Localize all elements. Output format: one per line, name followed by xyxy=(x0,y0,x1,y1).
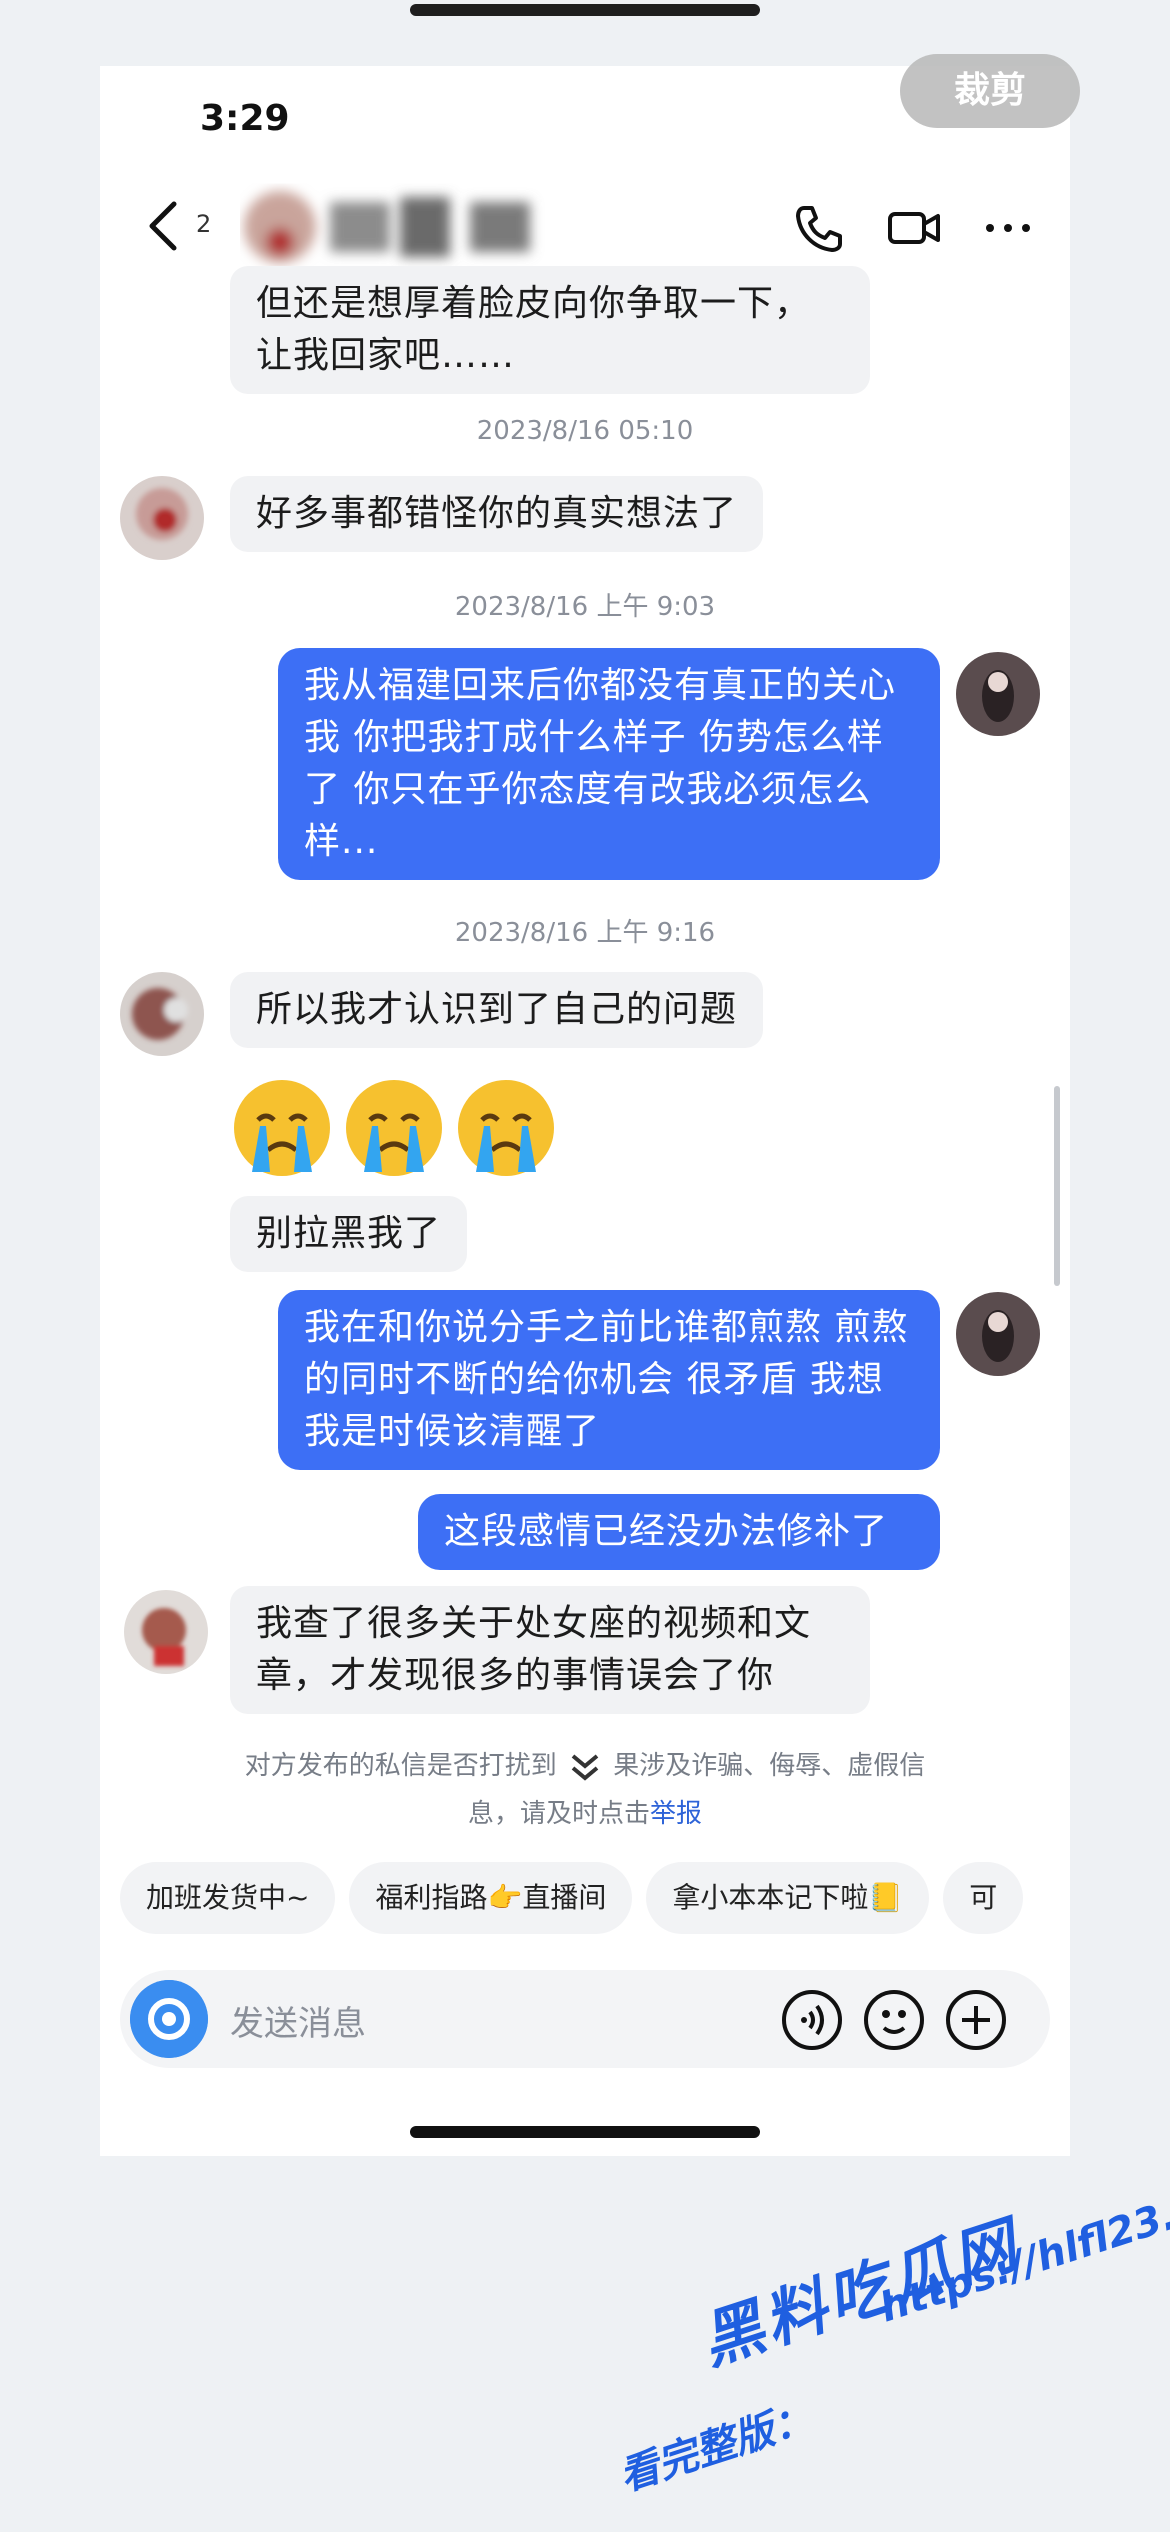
quick-reply-chip[interactable]: 拿小本本记下啦📒 xyxy=(646,1862,930,1934)
crying-emoji-icon xyxy=(458,1080,554,1176)
contact-avatar[interactable] xyxy=(120,972,204,1056)
emoji-icon[interactable] xyxy=(862,1988,926,2052)
top-bar-indicator xyxy=(410,4,760,16)
message-bubble-incoming[interactable]: 但还是想厚着脸皮向你争取一下，让我回家吧…… xyxy=(230,266,870,394)
message-bubble-outgoing[interactable]: 我从福建回来后你都没有真正的关心我 你把我打成什么样子 伤势怎么样了 你只在乎你… xyxy=(278,648,940,880)
message-bubble-incoming[interactable]: 所以我才认识到了自己的问题 xyxy=(230,972,764,1048)
message-input-bar: 发送消息 xyxy=(120,1970,1050,2068)
message-bubble-outgoing[interactable]: 我在和你说分手之前比谁都煎熬 煎熬的同时不断的给你机会 很矛盾 我想我是时候该清… xyxy=(278,1290,940,1470)
message-bubble-incoming[interactable]: 好多事都错怪你的真实想法了 xyxy=(230,476,764,552)
timestamp: 2023/8/16 05:10 xyxy=(476,416,694,446)
camera-icon[interactable] xyxy=(130,1980,208,2058)
scrollbar[interactable] xyxy=(1054,1086,1060,1286)
timestamp: 2023/8/16 上午 9:16 xyxy=(454,918,716,948)
voice-icon[interactable] xyxy=(780,1988,844,2052)
timestamp: 2023/8/16 上午 9:03 xyxy=(454,592,716,622)
my-avatar[interactable] xyxy=(956,652,1040,736)
phone-screen: 3:29 裁剪 2 但还是想厚着脸皮向你争取一下，让我回家吧…… 2023/8/… xyxy=(100,54,1080,2156)
contact-avatar[interactable] xyxy=(120,476,204,560)
message-bubble-incoming[interactable]: 我查了很多关于处女座的视频和文章，才发现很多的事情误会了你 xyxy=(230,1586,870,1714)
add-icon[interactable] xyxy=(944,1988,1008,2052)
quick-reply-row: 加班发货中~ 福利指路👉直播间 拿小本本记下啦📒 可 xyxy=(120,1862,1080,1942)
spam-notice: 对方发布的私信是否打扰到 果涉及诈骗、侮辱、虚假信 息，请及时点击举报 xyxy=(100,1742,1070,1838)
notice-text-b: 果涉及诈骗、侮辱、虚假信 xyxy=(613,1751,926,1781)
home-indicator xyxy=(410,2126,760,2138)
message-bubble-outgoing[interactable]: 这段感情已经没办法修补了 xyxy=(418,1494,940,1570)
expand-down-icon[interactable] xyxy=(565,1750,605,1784)
quick-reply-chip[interactable]: 可 xyxy=(943,1862,1024,1934)
notice-text-c: 息，请及时点击 xyxy=(467,1799,650,1829)
message-list: 但还是想厚着脸皮向你争取一下，让我回家吧…… 2023/8/16 05:10 好… xyxy=(100,66,1070,1866)
quick-reply-chip[interactable]: 福利指路👉直播间 xyxy=(349,1862,633,1934)
message-input[interactable]: 发送消息 xyxy=(230,1996,366,2045)
crying-emoji-icon xyxy=(234,1080,330,1176)
quick-reply-chip[interactable]: 加班发货中~ xyxy=(120,1862,336,1934)
contact-avatar[interactable] xyxy=(124,1590,208,1674)
notice-text-a: 对方发布的私信是否打扰到 xyxy=(244,1751,557,1781)
watermark-sub: 看完整版： xyxy=(613,2394,819,2501)
crying-emoji-icon xyxy=(346,1080,442,1176)
report-link[interactable]: 举报 xyxy=(650,1799,702,1829)
message-bubble-incoming[interactable]: 别拉黑我了 xyxy=(230,1196,468,1272)
my-avatar[interactable] xyxy=(956,1292,1040,1376)
